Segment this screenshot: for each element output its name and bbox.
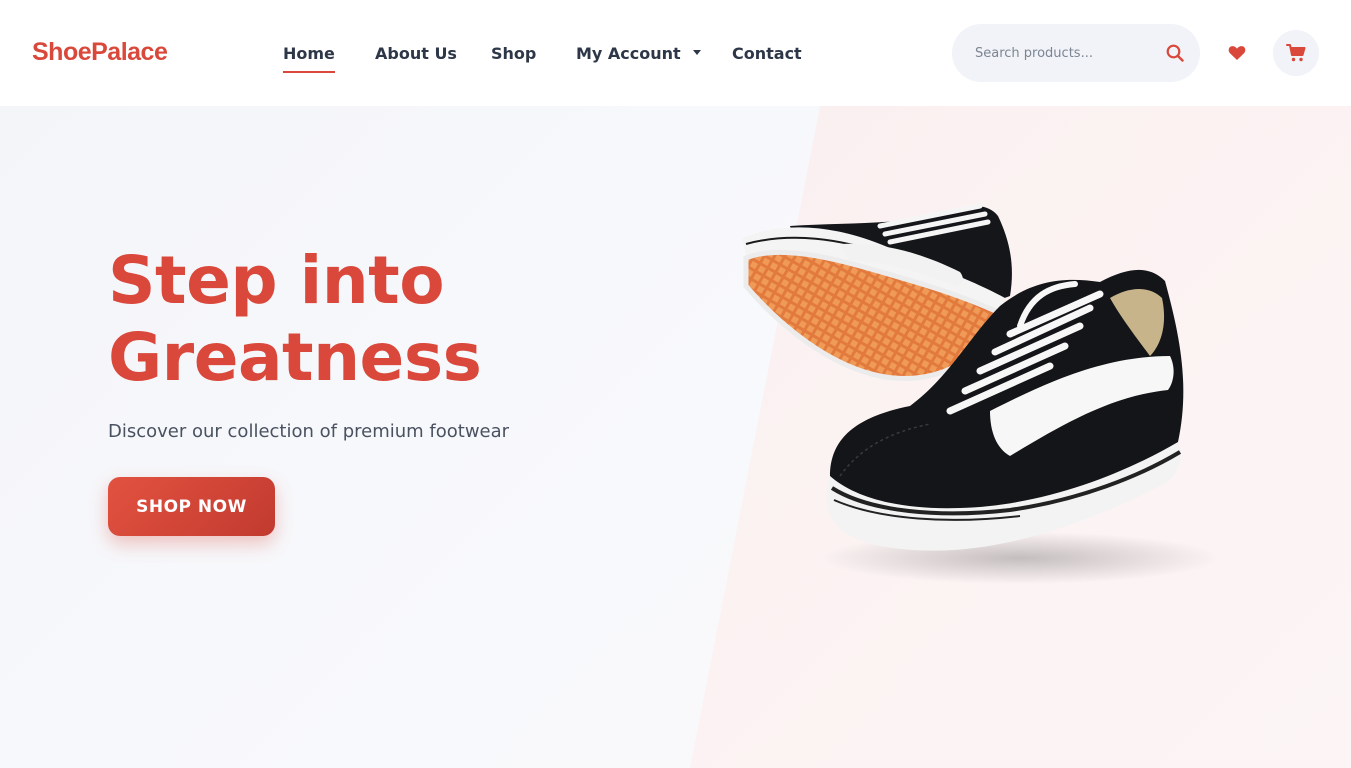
sneakers-image	[742, 203, 1220, 584]
site-header: ShoePalace Home About Us Shop My Account…	[0, 0, 1351, 106]
search-box	[952, 24, 1200, 82]
hero-title-line1: Step into	[108, 242, 445, 319]
nav-about-us[interactable]: About Us	[375, 44, 457, 63]
nav-my-account[interactable]: My Account	[576, 44, 701, 63]
heart-icon[interactable]	[1228, 45, 1246, 61]
search-icon[interactable]	[1166, 44, 1184, 62]
cart-icon	[1286, 44, 1306, 62]
search-input[interactable]	[975, 43, 1145, 63]
cart-button[interactable]	[1273, 30, 1319, 76]
nav-home[interactable]: Home	[283, 44, 335, 73]
brand-logo[interactable]: ShoePalace	[32, 38, 168, 67]
hero-title: Step into Greatness	[108, 242, 482, 396]
nav-contact[interactable]: Contact	[732, 44, 802, 63]
hero-section: Step into Greatness Discover our collect…	[0, 106, 1351, 768]
nav-my-account-label: My Account	[576, 44, 681, 63]
nav-shop[interactable]: Shop	[491, 44, 536, 63]
hero-subtitle: Discover our collection of premium footw…	[108, 421, 510, 442]
chevron-down-icon	[692, 50, 701, 55]
hero-title-line2: Greatness	[108, 319, 482, 396]
shop-now-button[interactable]: SHOP NOW	[108, 477, 275, 536]
